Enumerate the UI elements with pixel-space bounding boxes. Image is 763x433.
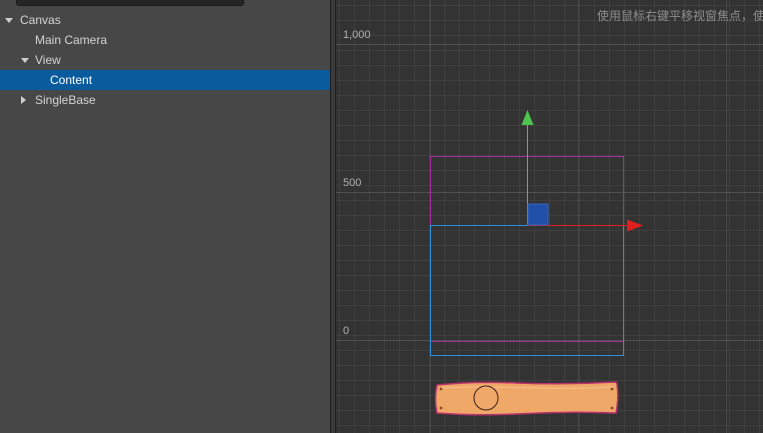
expand-arrow-icon[interactable] xyxy=(4,10,14,30)
tree-item-singlebase[interactable]: SingleBase xyxy=(0,90,330,110)
tree-item-label: SingleBase xyxy=(35,93,96,107)
content-bounds-rect[interactable] xyxy=(430,225,624,356)
collapse-arrow-icon[interactable] xyxy=(18,90,28,110)
hierarchy-panel: Canvas Main Camera View Content SingleBa… xyxy=(0,0,330,433)
expand-arrow-icon[interactable] xyxy=(20,50,30,70)
tree-item-label: Main Camera xyxy=(35,33,108,47)
move-gizmo-center-icon[interactable] xyxy=(527,203,549,226)
tree-item-label: Canvas xyxy=(20,13,61,27)
hierarchy-search-input[interactable] xyxy=(16,0,244,6)
tree-item-label: Content xyxy=(50,73,93,87)
scene-drawing xyxy=(430,110,643,416)
tree-item-label: View xyxy=(35,53,61,67)
tree-item-view[interactable]: View xyxy=(0,50,330,70)
tree-item-content[interactable]: Content xyxy=(0,70,330,90)
editor-window: Canvas Main Camera View Content SingleBa… xyxy=(0,0,763,433)
tree-item-canvas[interactable]: Canvas xyxy=(0,10,330,30)
tree-item-main-camera[interactable]: Main Camera xyxy=(0,30,330,50)
plank-sprite[interactable] xyxy=(434,381,619,416)
scene-view[interactable]: 使用鼠标右键平移视窗焦点，使 1,000 500 0 xyxy=(336,0,763,433)
